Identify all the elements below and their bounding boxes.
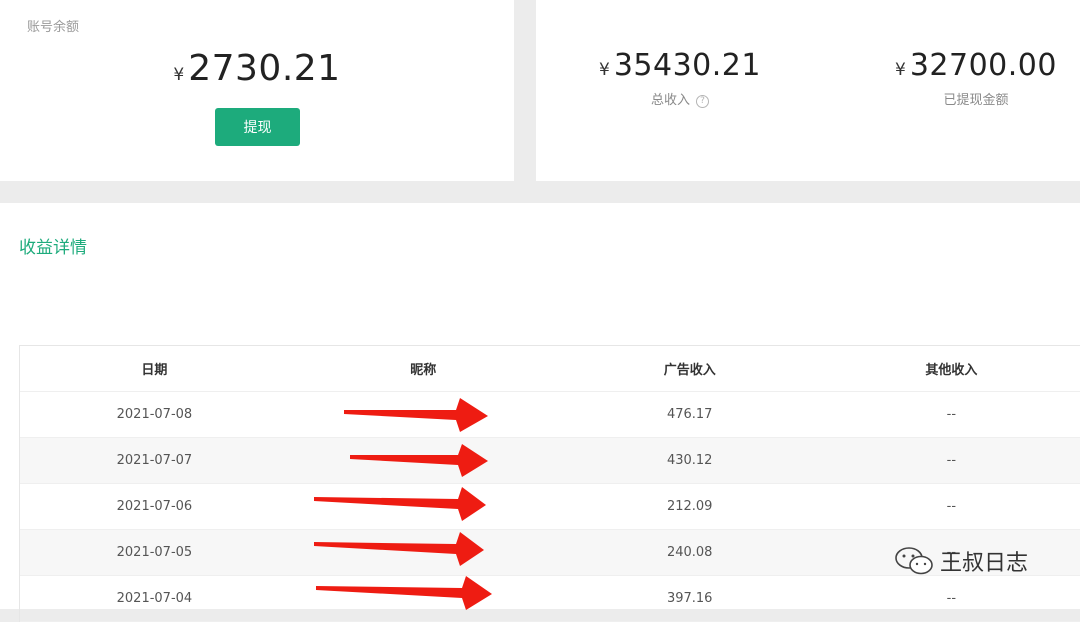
date-cell: 2021-07-07 [116, 453, 193, 468]
other-income-cell: -- [946, 499, 957, 514]
withdrawn-value: 32700.00 [909, 48, 1057, 83]
currency-symbol: ¥ [173, 65, 185, 85]
table-header: 日期 昵称 广告收入 其他收入 [20, 346, 1080, 392]
red-arrow-annotation [314, 532, 484, 566]
currency-symbol: ¥ [895, 60, 906, 80]
ad-income-cell: 430.12 [666, 453, 713, 468]
withdraw-button[interactable]: 提现 [215, 108, 300, 146]
balance-label: 账号余额 [27, 20, 80, 35]
withdrawn-stat: ¥32700.00 已提现金额 [856, 48, 1080, 108]
date-cell: 2021-07-06 [116, 499, 193, 514]
column-header-date: 日期 [141, 363, 168, 378]
total-income-label: 总收入 [650, 93, 690, 108]
help-icon[interactable]: ? [696, 95, 709, 108]
column-header-other-income: 其他收入 [925, 363, 978, 378]
watermark-text: 王叔日志 [940, 551, 1029, 576]
red-arrow-annotation [350, 444, 488, 477]
column-header-nickname: 昵称 [410, 363, 437, 378]
balance-amount: ¥2730.21 [0, 48, 514, 89]
total-income-stat: ¥35430.21 总收入? [560, 48, 800, 108]
section-title: 收益详情 [19, 238, 87, 258]
currency-symbol: ¥ [599, 60, 610, 80]
table-row: 2021-07-06 212.09 -- [20, 484, 1080, 530]
red-arrow-annotation [314, 487, 486, 521]
watermark: 王叔日志 [894, 545, 1028, 577]
column-header-ad-income: 广告收入 [663, 363, 716, 378]
ad-income-cell: 212.09 [666, 499, 713, 514]
red-arrow-annotation [316, 576, 492, 610]
wechat-icon [895, 547, 933, 575]
totals-card: ¥35430.21 总收入? ¥32700.00 已提现金额 [536, 0, 1080, 181]
ad-income-cell: 476.17 [666, 407, 713, 422]
total-income-value: 35430.21 [613, 48, 761, 83]
table-row: 2021-07-07 430.12 -- [20, 438, 1080, 484]
table-row: 2021-07-08 476.17 -- [20, 392, 1080, 438]
ad-income-cell: 397.16 [666, 591, 713, 606]
balance-value: 2730.21 [188, 48, 341, 89]
withdrawn-label: 已提现金额 [943, 93, 1009, 108]
ad-income-cell: 240.08 [666, 545, 713, 560]
table-row: 2021-07-04 397.16 -- [20, 576, 1080, 622]
date-cell: 2021-07-08 [116, 407, 193, 422]
other-income-cell: -- [946, 407, 957, 422]
date-cell: 2021-07-04 [116, 591, 193, 606]
other-income-cell: -- [946, 591, 957, 606]
other-income-cell: -- [946, 453, 957, 468]
balance-card: 账号余额 ¥2730.21 提现 [0, 0, 514, 181]
date-cell: 2021-07-05 [116, 545, 193, 560]
red-arrow-annotation [344, 398, 488, 432]
income-table: 日期 昵称 广告收入 其他收入 2021-07-08 476.17 -- 202… [19, 345, 1080, 622]
